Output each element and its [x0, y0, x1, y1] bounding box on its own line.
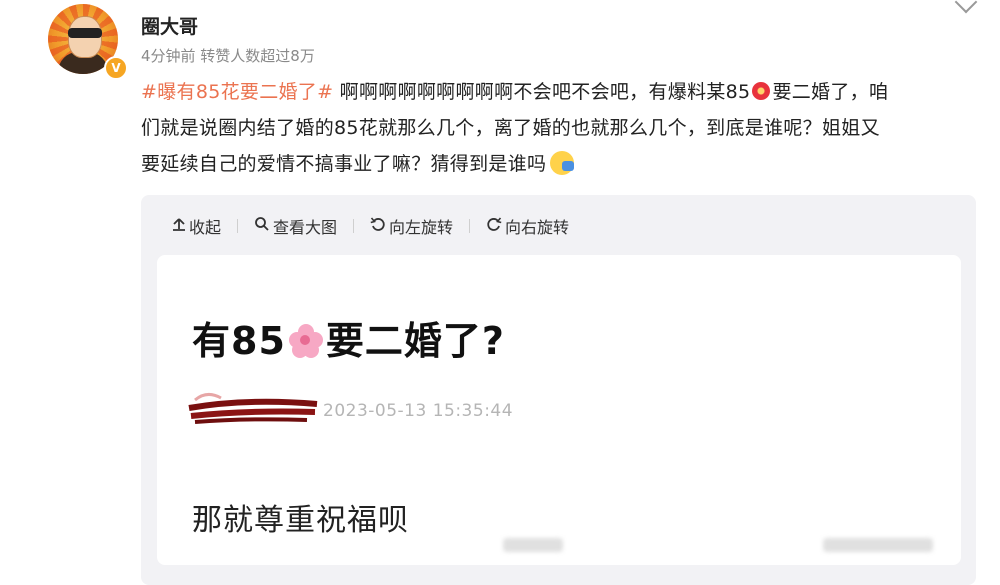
- search-icon: [254, 216, 270, 236]
- toolbar-divider: [353, 219, 355, 233]
- hashtag-link[interactable]: #曝有85花要二婚了#: [141, 81, 333, 103]
- collapse-icon: [172, 216, 186, 236]
- rotate-left-icon: [370, 216, 386, 236]
- image-title: 有85 要二婚了?: [192, 310, 505, 365]
- rotate-right-button[interactable]: 向右旋转: [486, 214, 569, 238]
- image-timestamp: 2023-05-13 15:35:44: [323, 401, 514, 421]
- post-text-line3: 要延续自己的爱情不搞事业了嘛？猜得到是谁吗: [141, 153, 547, 175]
- redaction-scribble: [188, 393, 318, 424]
- post-text: #曝有85花要二婚了# 啊啊啊啊啊啊啊啊啊不会吧不会吧，有爆料某85 要二婚了，咱…: [141, 74, 973, 182]
- rotate-left-button[interactable]: 向左旋转: [370, 214, 453, 238]
- chevron-down-icon[interactable]: [954, 0, 978, 14]
- collapse-label: 收起: [189, 218, 222, 237]
- post-text-part2: 要二婚了，咱: [772, 81, 889, 103]
- toolbar-divider: [469, 219, 471, 233]
- watermark: [499, 535, 563, 553]
- rotate-right-label: 向右旋转: [505, 218, 570, 237]
- post-image[interactable]: 有85 要二婚了? 2023-05-13 15:35:44 那就尊重祝福呗: [157, 255, 961, 565]
- sakura-emoji-icon: [288, 324, 324, 360]
- post-meta: 4分钟前 转赞人数超过8万: [141, 47, 315, 65]
- post-text-part1: 啊啊啊啊啊啊啊啊啊不会吧不会吧，有爆料某85: [333, 81, 751, 103]
- rotate-right-icon: [486, 216, 502, 236]
- flower-emoji-icon: [752, 82, 771, 100]
- rotate-left-label: 向左旋转: [389, 218, 454, 237]
- image-title-suffix: 要二婚了?: [325, 319, 505, 363]
- collapse-button[interactable]: 收起: [172, 214, 221, 238]
- post-text-line2: 们就是说圈内结了婚的85花就那么几个，离了婚的也就那么几个，到底是谁呢？姐姐又: [141, 117, 880, 139]
- image-toolbar: 收起 查看大图 向左旋转 向右旋转: [172, 214, 569, 238]
- toolbar-divider: [237, 219, 239, 233]
- image-title-prefix: 有85: [192, 319, 286, 363]
- username[interactable]: 圈大哥: [141, 12, 198, 39]
- view-large-button[interactable]: 查看大图: [254, 214, 337, 238]
- view-large-label: 查看大图: [273, 218, 338, 237]
- verified-badge-icon: V: [104, 56, 128, 80]
- image-body-text: 那就尊重祝福呗: [192, 503, 409, 538]
- wave-emoji-icon: [550, 151, 575, 175]
- watermark: [819, 535, 933, 553]
